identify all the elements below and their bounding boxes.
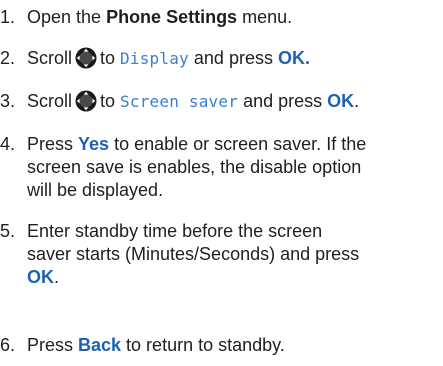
step-number: 2. — [0, 48, 16, 68]
display-menu-label: Display — [120, 49, 189, 68]
instruction-list: 1. Open the Phone Settings menu. 2. Scro… — [0, 0, 443, 366]
step-text: will be displayed. — [27, 180, 164, 200]
step-number: 1. — [0, 7, 16, 27]
step-text: and press — [193, 48, 273, 68]
screen-saver-menu-label: Screen saver — [120, 92, 239, 111]
menu-name: Phone Settings — [106, 7, 238, 27]
step-text: Enter standby time before the screen — [27, 221, 323, 241]
step-number: 6. — [0, 335, 16, 355]
back-key: Back — [78, 335, 122, 355]
step-text: menu. — [237, 7, 293, 27]
ok-key: OK — [27, 267, 54, 287]
step-text: Scroll — [27, 91, 73, 111]
step-text: Open the — [27, 7, 107, 27]
step-text: . — [354, 91, 360, 111]
step-text: to — [100, 91, 116, 111]
step-text: Press — [27, 134, 79, 154]
step-text: Scroll — [27, 48, 73, 68]
navigation-key-icon — [75, 90, 97, 112]
step-text: Press — [27, 335, 79, 355]
step-text: . — [54, 267, 60, 287]
step-number: 5. — [0, 221, 16, 241]
ok-key: OK — [327, 91, 355, 111]
navigation-key-icon — [75, 47, 97, 69]
step-text: to enable or screen saver. If the — [109, 134, 367, 154]
step-text: to — [100, 48, 116, 68]
step-number: 3. — [0, 91, 16, 111]
ok-key: OK. — [277, 48, 310, 68]
step-text: to return to standby. — [121, 335, 285, 355]
step-number: 4. — [0, 134, 16, 154]
step-text: and press — [243, 91, 323, 111]
step-text: saver starts (Minutes/Seconds) and press — [27, 244, 360, 264]
yes-key: Yes — [78, 134, 110, 154]
step-text: screen save is enables, the disable opti… — [27, 157, 362, 177]
